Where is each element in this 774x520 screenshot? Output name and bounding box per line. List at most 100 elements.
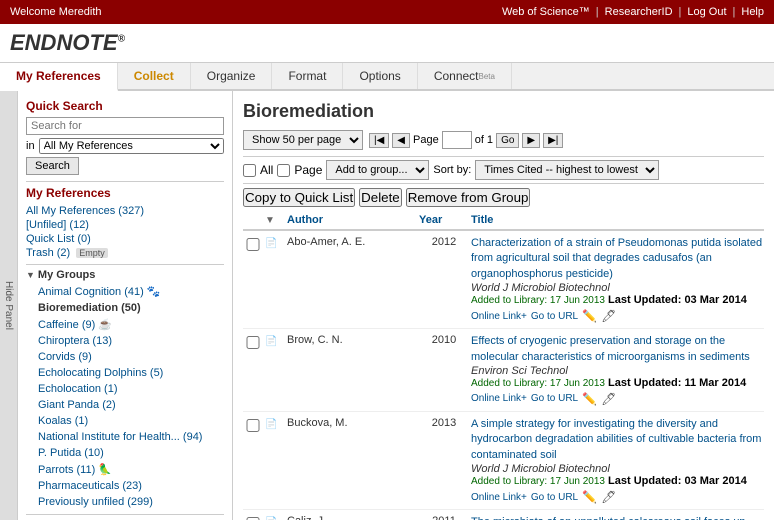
ref-author: Buckova, M.: [287, 417, 417, 429]
nav-my-references[interactable]: My References: [0, 63, 118, 91]
prev-page-button[interactable]: ◀: [392, 133, 410, 148]
group-bioremediation[interactable]: Bioremediation (50): [38, 301, 224, 315]
select-all-checkbox[interactable]: [243, 164, 256, 177]
my-groups-title: My Groups: [38, 269, 95, 281]
edit-icon[interactable]: ✏️: [582, 309, 597, 323]
group-p-putida[interactable]: P. Putida (10): [38, 446, 224, 460]
group-corvids[interactable]: Corvids (9): [38, 350, 224, 364]
hide-panel-tab[interactable]: Hide Panel: [0, 91, 18, 520]
nav-organize[interactable]: Organize: [191, 63, 273, 89]
ref-content: A simple strategy for investigating the …: [471, 417, 764, 504]
ref-last-updated-bold: Last Updated: 11 Mar 2014: [608, 377, 746, 389]
table-row: 📄 Abo-Amer, A. E. 2012 Characterization …: [243, 231, 764, 329]
nav-collect[interactable]: Collect: [118, 63, 191, 89]
edit-icon[interactable]: ✏️: [582, 490, 597, 504]
ref-actions: Online Link+ Go to URL ✏️ 🖊: [471, 309, 764, 323]
col-year: Year: [419, 214, 469, 226]
trash-link[interactable]: Trash (2): [26, 246, 70, 260]
online-link[interactable]: Online Link+: [471, 492, 527, 503]
action-bar: All Page Add to group... Sort by: Times …: [243, 156, 764, 184]
search-in-select[interactable]: All My References: [39, 138, 224, 154]
page-input[interactable]: 1: [442, 131, 472, 149]
online-link[interactable]: Online Link+: [471, 311, 527, 322]
nav-my-references-label: My References: [16, 69, 101, 83]
nav-options[interactable]: Options: [343, 63, 417, 89]
group-chiroptera[interactable]: Chiroptera (13): [38, 334, 224, 348]
group-caffeine[interactable]: Caffeine (9) ☕: [38, 317, 224, 332]
quick-list-link[interactable]: Quick List (0): [26, 232, 224, 246]
page-total: of 1: [475, 134, 493, 146]
header: ENDNOTE®: [0, 24, 774, 63]
go-to-url-link[interactable]: Go to URL: [531, 311, 578, 322]
help-link[interactable]: Help: [741, 6, 764, 18]
ref-added: Added to Library: 17 Jun 2013: [471, 476, 605, 487]
notes-icon[interactable]: 🖊: [601, 309, 616, 323]
nav-format[interactable]: Format: [272, 63, 343, 89]
sidebar: Quick Search in All My References Search…: [18, 91, 233, 520]
go-button[interactable]: Go: [496, 133, 519, 148]
group-echolocating-dolphins[interactable]: Echolocating Dolphins (5): [38, 366, 224, 380]
ref-content: The microbiota of an unpolluted calcareo…: [471, 515, 764, 520]
remove-from-group-button[interactable]: Remove from Group: [406, 188, 531, 207]
go-to-url-link[interactable]: Go to URL: [531, 393, 578, 404]
sort-icon[interactable]: ▼: [265, 215, 285, 226]
list-item: Animal Cognition (41) 🐾: [38, 283, 224, 300]
edit-icon[interactable]: ✏️: [582, 392, 597, 406]
ref-checkbox[interactable]: [243, 238, 263, 251]
notes-icon[interactable]: 🖊: [601, 392, 616, 406]
notes-icon[interactable]: 🖊: [601, 490, 616, 504]
ref-added: Added to Library: 17 Jun 2013: [471, 295, 605, 306]
researcher-id-link[interactable]: ResearcherID: [605, 6, 673, 18]
web-of-science-link[interactable]: Web of Science™: [502, 6, 590, 18]
group-national-institute[interactable]: National Institute for Health... (94): [38, 430, 224, 444]
sort-select[interactable]: Times Cited -- highest to lowest: [475, 160, 659, 180]
trash-empty-badge: Empty: [76, 248, 108, 258]
page-title: Bioremediation: [243, 101, 764, 122]
unfiled-link[interactable]: [Unfiled] (12): [26, 218, 224, 232]
ref-last-updated-bold: Last Updated: 03 Mar 2014: [608, 475, 747, 487]
ref-title-link[interactable]: A simple strategy for investigating the …: [471, 418, 761, 461]
logo-trademark: ®: [118, 34, 125, 45]
ref-content: Characterization of a strain of Pseudomo…: [471, 236, 764, 323]
ref-checkbox[interactable]: [243, 336, 263, 349]
sort-bar: Sort by: Times Cited -- highest to lowes…: [433, 160, 659, 180]
online-link[interactable]: Online Link+: [471, 393, 527, 404]
nav-connect[interactable]: ConnectBeta: [418, 63, 512, 89]
ref-checkbox[interactable]: [243, 419, 263, 432]
select-all-label: All: [260, 163, 273, 177]
group-animal-cognition[interactable]: Animal Cognition (41) 🐾: [38, 284, 224, 299]
add-to-group-select[interactable]: Add to group...: [326, 160, 429, 180]
ref-year: 2010: [419, 334, 469, 346]
list-item: Giant Panda (2): [38, 397, 224, 413]
groups-list: Animal Cognition (41) 🐾 Bioremediation (…: [26, 283, 224, 510]
ref-title-link[interactable]: Characterization of a strain of Pseudomo…: [471, 237, 762, 280]
select-page-checkbox[interactable]: [277, 164, 290, 177]
group-parrots[interactable]: Parrots (11) 🦜: [38, 462, 224, 477]
per-page-select[interactable]: Show 50 per page: [243, 130, 363, 150]
ref-title-link[interactable]: The microbiota of an unpolluted calcareo…: [471, 516, 756, 520]
last-page-button[interactable]: ▶|: [543, 133, 563, 148]
copy-to-quick-list-button[interactable]: Copy to Quick List: [243, 188, 355, 207]
search-button[interactable]: Search: [26, 157, 79, 175]
group-koalas[interactable]: Koalas (1): [38, 414, 224, 428]
group-pharmaceuticals[interactable]: Pharmaceuticals (23): [38, 479, 224, 493]
ref-content: Effects of cryogenic preservation and st…: [471, 334, 764, 406]
first-page-button[interactable]: |◀: [369, 133, 389, 148]
main-layout: Hide Panel Quick Search in All My Refere…: [0, 91, 774, 520]
all-my-refs-link[interactable]: All My References (327): [26, 204, 224, 218]
action-buttons-row: Copy to Quick List Delete Remove from Gr…: [243, 188, 764, 207]
table-row: 📄 Buckova, M. 2013 A simple strategy for…: [243, 412, 764, 510]
my-groups-header[interactable]: ▼ My Groups: [26, 269, 224, 281]
content-area: Bioremediation Show 50 per page |◀ ◀ Pag…: [233, 91, 774, 520]
list-item: Echolocation (1): [38, 381, 224, 397]
group-giant-panda[interactable]: Giant Panda (2): [38, 398, 224, 412]
group-previously-unfiled[interactable]: Previously unfiled (299): [38, 495, 224, 509]
ref-title-link[interactable]: Effects of cryogenic preservation and st…: [471, 335, 750, 362]
next-page-button[interactable]: ▶: [522, 133, 540, 148]
go-to-url-link[interactable]: Go to URL: [531, 492, 578, 503]
delete-button[interactable]: Delete: [359, 188, 402, 207]
search-input[interactable]: [26, 117, 224, 135]
logout-link[interactable]: Log Out: [687, 6, 726, 18]
group-echolocation[interactable]: Echolocation (1): [38, 382, 224, 396]
nav-connect-super: Beta: [479, 72, 495, 81]
